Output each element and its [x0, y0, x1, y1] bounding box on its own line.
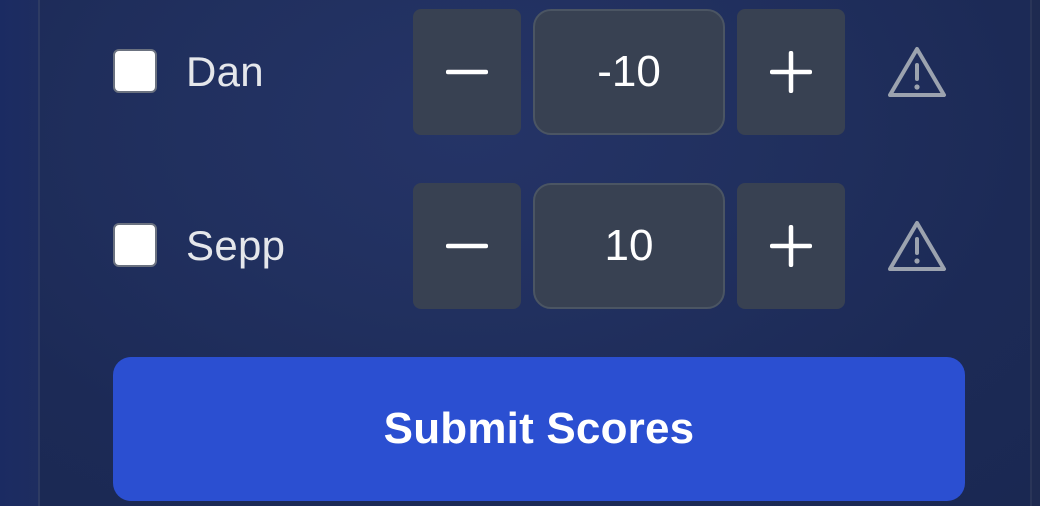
player-name: Dan — [186, 48, 264, 95]
player-name: Sepp — [186, 222, 286, 269]
player-select-checkbox[interactable] — [113, 49, 157, 93]
warning-triangle-icon — [888, 221, 946, 271]
minus-icon — [446, 69, 488, 75]
warning-triangle-icon — [888, 47, 946, 97]
plus-icon — [770, 225, 812, 267]
score-input[interactable]: -10 — [533, 9, 725, 135]
plus-icon — [770, 51, 812, 93]
score-input[interactable]: 10 — [533, 183, 725, 309]
player-select-checkbox[interactable] — [113, 223, 157, 267]
increment-score-button[interactable] — [737, 9, 845, 135]
submit-scores-button[interactable]: Submit Scores — [113, 357, 965, 501]
decrement-score-button[interactable] — [413, 9, 521, 135]
increment-score-button[interactable] — [737, 183, 845, 309]
decrement-score-button[interactable] — [413, 183, 521, 309]
player-row-dan: Dan -10 — [0, 9, 1040, 135]
minus-icon — [446, 243, 488, 249]
player-row-sepp: Sepp 10 — [0, 183, 1040, 309]
